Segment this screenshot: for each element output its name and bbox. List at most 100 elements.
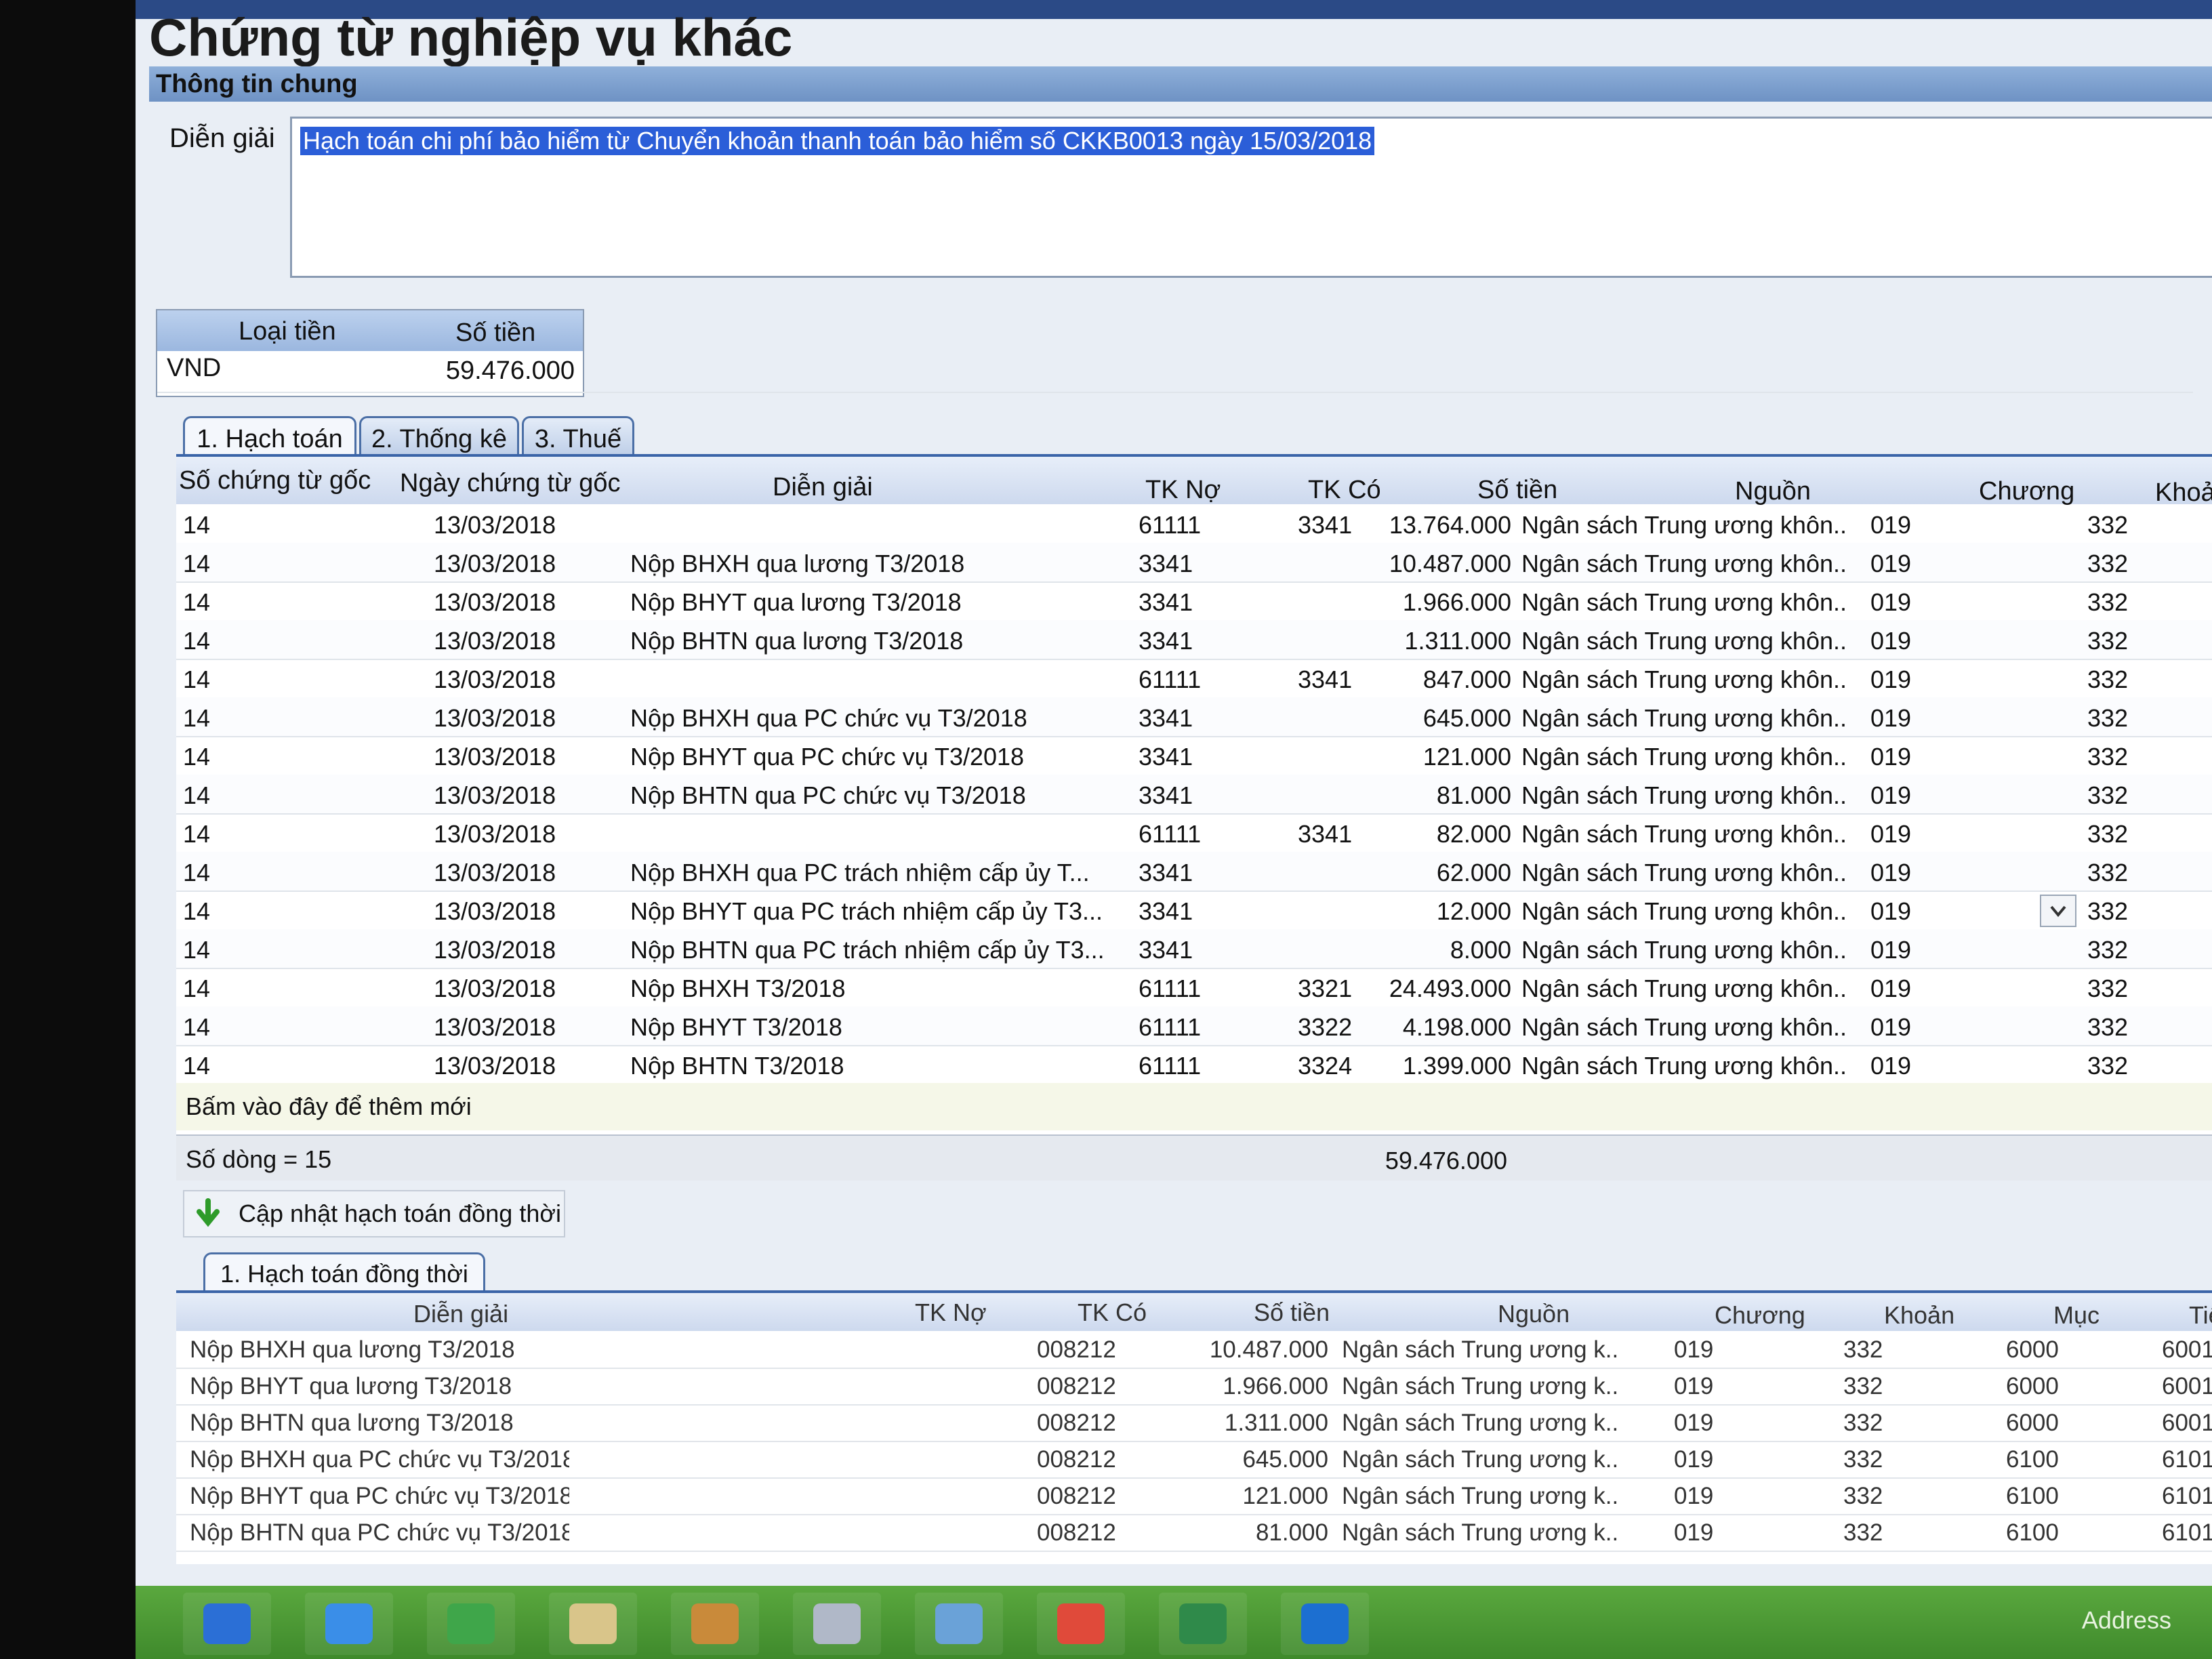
cell-source[interactable]: Ngân sách Trung ương khôn... xyxy=(1521,820,1847,848)
cell-debit-account[interactable]: 61111 xyxy=(1139,975,1274,1003)
table-row[interactable]: 14 13/03/2018 61111 3341 82.000 Ngân sách Tru… xyxy=(176,813,2212,853)
cell-section[interactable]: 6100 xyxy=(2006,1519,2081,1547)
cell-doc-date[interactable]: 13/03/2018 xyxy=(434,511,596,539)
header-doc-no[interactable]: Số chứng từ gốc xyxy=(179,466,371,495)
cell-chapter[interactable]: 019 xyxy=(1870,743,1952,771)
windows-start-icon[interactable] xyxy=(183,1593,271,1655)
cell-debit-account[interactable]: 61111 xyxy=(1139,1052,1274,1080)
cell-source[interactable]: Ngân sách Trung ương khôn... xyxy=(1521,743,1847,771)
currency-row[interactable]: VND 59.476.000 xyxy=(157,351,2193,393)
table-row[interactable]: Nộp BHYT qua lương T3/2018 008212 1.966.00… xyxy=(176,1368,2212,1406)
cell-debit-account[interactable]: 61111 xyxy=(1139,1013,1274,1042)
address-toolbar-label[interactable]: Address xyxy=(2082,1606,2171,1635)
cell-source[interactable]: Ngân sách Trung ương khôn... xyxy=(1521,781,1847,810)
tab-concurrent-accounting[interactable]: 1. Hạch toán đồng thời xyxy=(203,1252,485,1294)
header2-section[interactable]: Mục xyxy=(2053,1301,2100,1330)
cell-doc-no[interactable]: 14 xyxy=(183,781,319,810)
cell-item[interactable]: 332 xyxy=(2087,975,2169,1003)
cell-credit-account[interactable]: 008212 xyxy=(1037,1483,1159,1510)
cell-section[interactable]: 6000 xyxy=(2006,1410,2081,1437)
cell-chapter[interactable]: 019 xyxy=(1674,1410,1742,1437)
cell-chapter[interactable]: 019 xyxy=(1870,1052,1952,1080)
teamviewer-icon[interactable] xyxy=(1281,1593,1369,1655)
table-row[interactable]: 14 13/03/2018 Nộp BHXH qua PC chức vụ T3/2… xyxy=(176,697,2212,737)
cell-doc-date[interactable]: 13/03/2018 xyxy=(434,1013,596,1042)
excel-icon[interactable] xyxy=(1159,1593,1247,1655)
cell-source[interactable]: Ngân sách Trung ương k... xyxy=(1342,1519,1620,1547)
cell-item[interactable]: 332 xyxy=(2087,859,2169,887)
cell-doc-date[interactable]: 13/03/2018 xyxy=(434,975,596,1003)
cell-source[interactable]: Ngân sách Trung ương khôn... xyxy=(1521,975,1847,1003)
cell-doc-date[interactable]: 13/03/2018 xyxy=(434,704,596,733)
cell-source[interactable]: Ngân sách Trung ương khôn... xyxy=(1521,665,1847,694)
cell-doc-date[interactable]: 13/03/2018 xyxy=(434,820,596,848)
cell-item[interactable]: 332 xyxy=(1843,1446,1911,1473)
cell-amount[interactable]: 121.000 xyxy=(1179,1483,1328,1510)
cell-source[interactable]: Ngân sách Trung ương khôn... xyxy=(1521,1052,1847,1080)
cell-description[interactable]: Nộp BHYT qua PC trách nhiệm cấp ủy T3... xyxy=(630,897,1132,926)
paint-icon[interactable] xyxy=(793,1593,881,1655)
cell-amount[interactable]: 645.000 xyxy=(1342,704,1511,733)
cell-doc-date[interactable]: 13/03/2018 xyxy=(434,743,596,771)
cell-subsection[interactable]: 6001 xyxy=(2162,1336,2212,1364)
cell-item[interactable]: 332 xyxy=(1843,1410,1911,1437)
cell-debit-account[interactable]: 3341 xyxy=(1139,704,1274,733)
cell-doc-no[interactable]: 14 xyxy=(183,1052,319,1080)
cell-source[interactable]: Ngân sách Trung ương khôn... xyxy=(1521,627,1847,655)
table-row[interactable]: 14 13/03/2018 Nộp BHTN qua PC trách nhiệm … xyxy=(176,929,2212,969)
cell-description[interactable]: Nộp BHYT qua PC chức vụ T3/2018 xyxy=(630,743,1132,771)
cell-item[interactable]: 332 xyxy=(2087,704,2169,733)
update-concurrent-accounting-button[interactable]: Cập nhật hạch toán đồng thời xyxy=(183,1190,565,1237)
cell-debit-account[interactable]: 3341 xyxy=(1139,781,1274,810)
cell-credit-account[interactable]: 008212 xyxy=(1037,1519,1159,1547)
table-row[interactable]: 14 13/03/2018 Nộp BHTN qua PC chức vụ T3/2… xyxy=(176,775,2212,815)
cell-debit-account[interactable]: 3341 xyxy=(1139,588,1274,617)
cell-amount[interactable]: 12.000 xyxy=(1342,897,1511,926)
cell-doc-date[interactable]: 13/03/2018 xyxy=(434,550,596,578)
cell-description[interactable]: Nộp BHTN qua PC chức vụ T3/2018 xyxy=(190,1519,569,1547)
cell-amount[interactable]: 13.764.000 xyxy=(1342,511,1511,539)
cell-amount[interactable]: 847.000 xyxy=(1342,665,1511,694)
cell-chapter[interactable]: 019 xyxy=(1674,1336,1742,1364)
chapter-dropdown-button[interactable] xyxy=(2040,895,2076,927)
table-row[interactable]: Nộp BHXH qua PC chức vụ T3/2018 008212 645… xyxy=(176,1441,2212,1479)
cell-description[interactable]: Nộp BHXH qua lương T3/2018 xyxy=(190,1336,569,1364)
header-debit-account[interactable]: TK Nợ xyxy=(1145,476,1221,505)
cell-item[interactable]: 332 xyxy=(2087,743,2169,771)
cell-item[interactable]: 332 xyxy=(2087,936,2169,964)
cell-chapter[interactable]: 019 xyxy=(1674,1446,1742,1473)
header-description[interactable]: Diễn giải xyxy=(773,473,873,502)
cell-doc-date[interactable]: 13/03/2018 xyxy=(434,781,596,810)
cell-item[interactable]: 332 xyxy=(2087,665,2169,694)
cell-source[interactable]: Ngân sách Trung ương khôn... xyxy=(1521,936,1847,964)
header2-subsection[interactable]: Tiểu mục xyxy=(2189,1301,2212,1330)
cell-doc-date[interactable]: 13/03/2018 xyxy=(434,665,596,694)
cell-chapter[interactable]: 019 xyxy=(1674,1519,1742,1547)
header2-debit-account[interactable]: TK Nợ xyxy=(915,1298,987,1327)
cell-chapter[interactable]: 019 xyxy=(1870,1013,1952,1042)
cell-amount[interactable]: 82.000 xyxy=(1342,820,1511,848)
cell-doc-no[interactable]: 14 xyxy=(183,665,319,694)
cell-amount[interactable]: 81.000 xyxy=(1342,781,1511,810)
cell-subsection[interactable]: 6101 xyxy=(2162,1483,2212,1510)
header2-description[interactable]: Diễn giải xyxy=(413,1300,508,1328)
header-credit-account[interactable]: TK Có xyxy=(1308,476,1381,505)
cell-source[interactable]: Ngân sách Trung ương khôn... xyxy=(1521,704,1847,733)
cell-section[interactable]: 6000 xyxy=(2006,1373,2081,1400)
cell-amount[interactable]: 121.000 xyxy=(1342,743,1511,771)
cell-amount[interactable]: 62.000 xyxy=(1342,859,1511,887)
cell-item[interactable]: 332 xyxy=(1843,1336,1911,1364)
cell-doc-no[interactable]: 14 xyxy=(183,897,319,926)
cell-section[interactable]: 6100 xyxy=(2006,1483,2081,1510)
cell-description[interactable]: Nộp BHYT qua lương T3/2018 xyxy=(190,1373,569,1400)
table-row[interactable]: 14 13/03/2018 61111 3341 847.000 Ngân sách Tr… xyxy=(176,659,2212,699)
cell-description[interactable]: Nộp BHTN qua PC chức vụ T3/2018 xyxy=(630,781,1132,810)
store-icon[interactable] xyxy=(427,1593,515,1655)
cell-source[interactable]: Ngân sách Trung ương khôn... xyxy=(1521,511,1847,539)
cell-section[interactable]: 6100 xyxy=(2006,1446,2081,1473)
cell-item[interactable]: 332 xyxy=(2087,781,2169,810)
cell-amount[interactable]: 1.311.000 xyxy=(1179,1410,1328,1437)
table-row[interactable]: 14 13/03/2018 Nộp BHTN qua lương T3/2018 33… xyxy=(176,620,2212,660)
header-item[interactable]: Khoản xyxy=(2155,478,2212,508)
cell-description[interactable]: Nộp BHTN qua PC trách nhiệm cấp ủy T3... xyxy=(630,936,1132,964)
